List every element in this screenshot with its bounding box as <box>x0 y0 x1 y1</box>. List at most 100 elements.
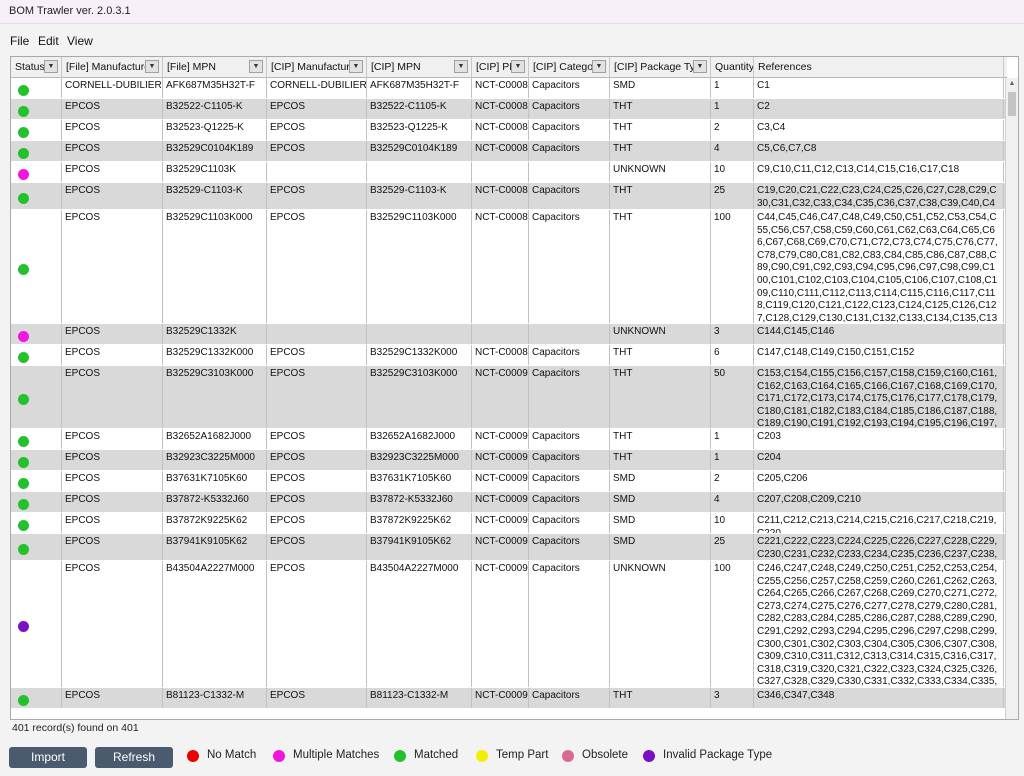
grid-body: CORNELL-DUBILIER AFK687M35H32T-F CORNELL-D… <box>11 78 1007 719</box>
status-cell <box>11 99 62 119</box>
menu-view[interactable]: View <box>67 34 93 48</box>
filter-dropdown-icon[interactable]: ▼ <box>44 60 58 73</box>
table-row[interactable]: EPCOS B37941K9105K62 EPCOS B37941K9105K62 NC… <box>11 534 1007 561</box>
table-row[interactable]: EPCOS B32529C1103K UNKNOWN 10 C9,C10,C11,C12… <box>11 162 1007 183</box>
cip-category-cell: Capacitors <box>529 513 610 533</box>
cip-category-cell: Capacitors <box>529 450 610 470</box>
column-header-file-manufacturer[interactable]: [File] Manufacturer ▼ <box>62 57 163 78</box>
table-row[interactable]: EPCOS B37631K7105K60 EPCOS B37631K7105K60 NC… <box>11 471 1007 492</box>
file-manufacturer-cell: EPCOS <box>62 210 163 323</box>
file-manufacturer-cell: EPCOS <box>62 366 163 428</box>
cip-category-cell: Capacitors <box>529 534 610 560</box>
table-row[interactable]: EPCOS B32522-C1105-K EPCOS B32522-C1105-K NC… <box>11 99 1007 120</box>
quantity-cell: 6 <box>711 345 754 365</box>
filter-dropdown-icon[interactable]: ▼ <box>249 60 263 73</box>
status-indicator-icon <box>18 169 29 180</box>
table-row[interactable]: EPCOS B32529C3103K000 EPCOS B32529C3103K000… <box>11 366 1007 429</box>
filter-dropdown-icon[interactable]: ▼ <box>693 60 707 73</box>
filter-dropdown-icon[interactable]: ▼ <box>592 60 606 73</box>
cip-mpn-cell: B32522-C1105-K <box>367 99 472 119</box>
filter-dropdown-icon[interactable]: ▼ <box>349 60 363 73</box>
legend-dot-icon <box>476 750 488 762</box>
cip-manufacturer-cell: EPCOS <box>267 366 367 428</box>
legend-label: Invalid Package Type <box>663 749 773 761</box>
status-indicator-icon <box>18 85 29 96</box>
cip-manufacturer-cell: EPCOS <box>267 210 367 323</box>
cip-pn-cell: NCT-C00087 <box>472 210 529 323</box>
column-header-status[interactable]: Status ▼ <box>11 57 62 78</box>
scroll-thumb[interactable] <box>1008 92 1016 116</box>
file-mpn-cell: B32529C0104K189 <box>163 141 267 161</box>
import-button[interactable]: Import <box>9 747 87 768</box>
column-header-cip-mpn[interactable]: [CIP] MPN ▼ <box>367 57 472 78</box>
cip-manufacturer-cell: EPCOS <box>267 345 367 365</box>
table-row[interactable]: EPCOS B32523-Q1225-K EPCOS B32523-Q1225-K NC… <box>11 120 1007 141</box>
filter-dropdown-icon[interactable]: ▼ <box>511 60 525 73</box>
cip-mpn-cell: B32529C1332K000 <box>367 345 472 365</box>
table-row[interactable]: EPCOS B81123-C1332-M EPCOS B81123-C1332-M NC… <box>11 688 1007 709</box>
column-header-references[interactable]: References <box>754 57 1004 78</box>
status-indicator-icon <box>18 520 29 531</box>
filter-dropdown-icon[interactable]: ▼ <box>145 60 159 73</box>
cip-package-type-cell: UNKNOWN <box>610 162 711 182</box>
scroll-up-icon[interactable]: ▲ <box>1006 78 1018 90</box>
cip-manufacturer-cell: EPCOS <box>267 141 367 161</box>
references-cell: C144,C145,C146 <box>754 324 1004 344</box>
column-header-file-mpn[interactable]: [File] MPN ▼ <box>163 57 267 78</box>
status-indicator-icon <box>18 148 29 159</box>
menu-edit[interactable]: Edit <box>38 34 59 48</box>
status-cell <box>11 210 62 323</box>
cip-manufacturer-cell: EPCOS <box>267 513 367 533</box>
file-mpn-cell: B32529C1332K <box>163 324 267 344</box>
column-header-cip-package-type[interactable]: [CIP] Package Type ▼ <box>610 57 711 78</box>
legend-label: Obsolete <box>582 749 629 761</box>
filter-dropdown-icon[interactable]: ▼ <box>454 60 468 73</box>
table-row[interactable]: EPCOS B32529-C1103-K EPCOS B32529-C1103-K NC… <box>11 183 1007 210</box>
table-row[interactable]: EPCOS B43504A2227M000 EPCOS B43504A2227M000… <box>11 561 1007 688</box>
table-row[interactable]: EPCOS B37872-K5332J60 EPCOS B37872-K5332J60… <box>11 492 1007 513</box>
table-row[interactable]: EPCOS B32923C3225M000 EPCOS B32923C3225M000… <box>11 450 1007 471</box>
refresh-button[interactable]: Refresh <box>95 747 173 768</box>
vertical-scrollbar[interactable]: ▲ <box>1005 78 1018 719</box>
references-cell: C19,C20,C21,C22,C23,C24,C25,C26,C27,C28,… <box>754 183 1004 209</box>
table-row[interactable]: EPCOS B32529C1332K000 EPCOS B32529C1332K000… <box>11 345 1007 366</box>
table-row[interactable]: EPCOS B32652A1682J000 EPCOS B32652A1682J000… <box>11 429 1007 450</box>
column-header-label: [File] MPN <box>167 61 217 73</box>
cip-manufacturer-cell: EPCOS <box>267 429 367 449</box>
cip-pn-cell: NCT-C00093 <box>472 471 529 491</box>
column-header-cip-manufacturer[interactable]: [CIP] Manufacturer ▼ <box>267 57 367 78</box>
status-indicator-icon <box>18 621 29 632</box>
status-indicator-icon <box>18 331 29 342</box>
cip-manufacturer-cell <box>267 324 367 344</box>
table-row[interactable]: EPCOS B32529C1103K000 EPCOS B32529C1103K000… <box>11 210 1007 324</box>
cip-pn-cell: NCT-C00092 <box>472 450 529 470</box>
references-cell: C9,C10,C11,C12,C13,C14,C15,C16,C17,C18 <box>754 162 1004 182</box>
cip-package-type-cell: SMD <box>610 78 711 98</box>
quantity-cell: 4 <box>711 141 754 161</box>
status-indicator-icon <box>18 263 29 275</box>
cip-category-cell: Capacitors <box>529 99 610 119</box>
quantity-cell: 100 <box>711 561 754 687</box>
legend-label: No Match <box>207 749 257 761</box>
cip-package-type-cell: THT <box>610 429 711 449</box>
table-row[interactable]: CORNELL-DUBILIER AFK687M35H32T-F CORNELL-D… <box>11 78 1007 99</box>
quantity-cell: 25 <box>711 534 754 560</box>
cip-package-type-cell: UNKNOWN <box>610 561 711 687</box>
cip-category-cell: Capacitors <box>529 120 610 140</box>
title-bar: BOM Trawler ver. 2.0.3.1 <box>0 0 1024 24</box>
column-header-cip-pn[interactable]: [CIP] PN ▼ <box>472 57 529 78</box>
table-row[interactable]: EPCOS B32529C1332K UNKNOWN 3 C144,C145,C146 <box>11 324 1007 345</box>
file-manufacturer-cell: EPCOS <box>62 534 163 560</box>
menu-file[interactable]: File <box>10 34 29 48</box>
file-mpn-cell: B32529C1103K000 <box>163 210 267 323</box>
cip-category-cell: Capacitors <box>529 78 610 98</box>
column-header-cip-category[interactable]: [CIP] Category ▼ <box>529 57 610 78</box>
table-row[interactable]: EPCOS B37872K9225K62 EPCOS B37872K9225K62 NC… <box>11 513 1007 534</box>
file-manufacturer-cell: EPCOS <box>62 324 163 344</box>
legend-dot-icon <box>273 750 285 762</box>
cip-manufacturer-cell: EPCOS <box>267 183 367 209</box>
status-cell <box>11 471 62 491</box>
column-header-quantity[interactable]: Quantity <box>711 57 754 78</box>
legend-label: Multiple Matches <box>293 749 380 761</box>
table-row[interactable]: EPCOS B32529C0104K189 EPCOS B32529C0104K189… <box>11 141 1007 162</box>
